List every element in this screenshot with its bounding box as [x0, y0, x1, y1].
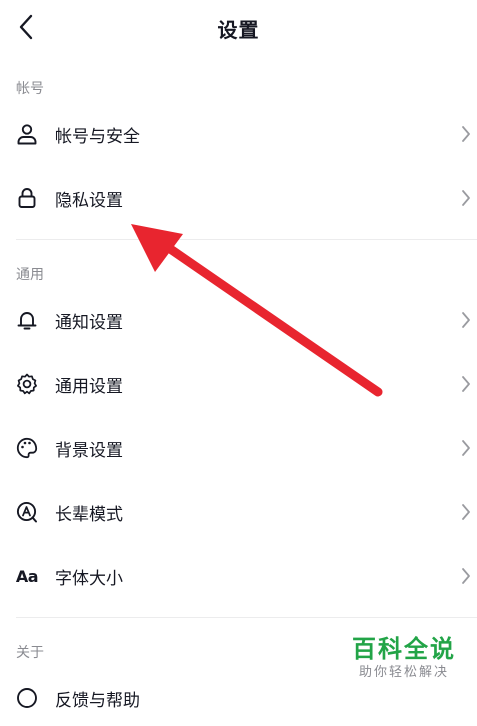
top-bar: 设置: [0, 0, 477, 58]
settings-item-label: 通知设置: [55, 312, 123, 333]
settings-item-notifications[interactable]: 通知设置: [0, 292, 477, 348]
font-size-icon: Aa: [14, 563, 40, 589]
palette-icon: [14, 435, 40, 461]
section-label-general: 通用: [16, 267, 44, 283]
settings-item-label: 长辈模式: [55, 504, 123, 525]
page-title: 设置: [217, 18, 260, 42]
settings-item-label: 帐号与安全: [55, 126, 140, 147]
settings-item-label: 反馈与帮助: [55, 690, 140, 711]
chevron-right-icon: [460, 502, 472, 522]
gear-icon: [14, 371, 40, 397]
watermark-title: 百科全说: [352, 635, 456, 663]
help-icon: [14, 685, 40, 711]
chevron-right-icon: [460, 438, 472, 458]
settings-item-privacy[interactable]: 隐私设置: [0, 170, 477, 226]
chevron-right-icon: [460, 310, 472, 330]
section-divider: [16, 617, 477, 618]
settings-item-elder-mode[interactable]: 长辈模式: [0, 484, 477, 540]
settings-item-label: 背景设置: [55, 440, 123, 461]
font-size-icon-text: Aa: [15, 566, 39, 586]
person-icon: [14, 121, 40, 147]
settings-item-font-size[interactable]: Aa 字体大小: [0, 548, 477, 604]
settings-item-general[interactable]: 通用设置: [0, 356, 477, 412]
settings-item-label: 隐私设置: [55, 190, 123, 211]
lock-icon: [14, 185, 40, 211]
settings-item-label: 通用设置: [55, 376, 123, 397]
section-label-about: 关于: [16, 645, 44, 661]
bell-icon: [14, 307, 40, 333]
watermark-subtitle: 助你轻松解决: [358, 665, 449, 680]
chevron-right-icon: [460, 188, 472, 208]
chevron-right-icon: [460, 566, 472, 586]
settings-item-label: 字体大小: [55, 568, 123, 589]
chevron-right-icon: [460, 374, 472, 394]
chevron-right-icon: [460, 124, 472, 144]
section-divider: [16, 239, 477, 240]
settings-item-account-security[interactable]: 帐号与安全: [0, 106, 477, 162]
elder-mode-icon: [14, 499, 40, 525]
watermark-logo: 百科全说 助你轻松解决: [345, 634, 463, 682]
section-label-account: 帐号: [16, 81, 44, 97]
settings-item-background[interactable]: 背景设置: [0, 420, 477, 476]
